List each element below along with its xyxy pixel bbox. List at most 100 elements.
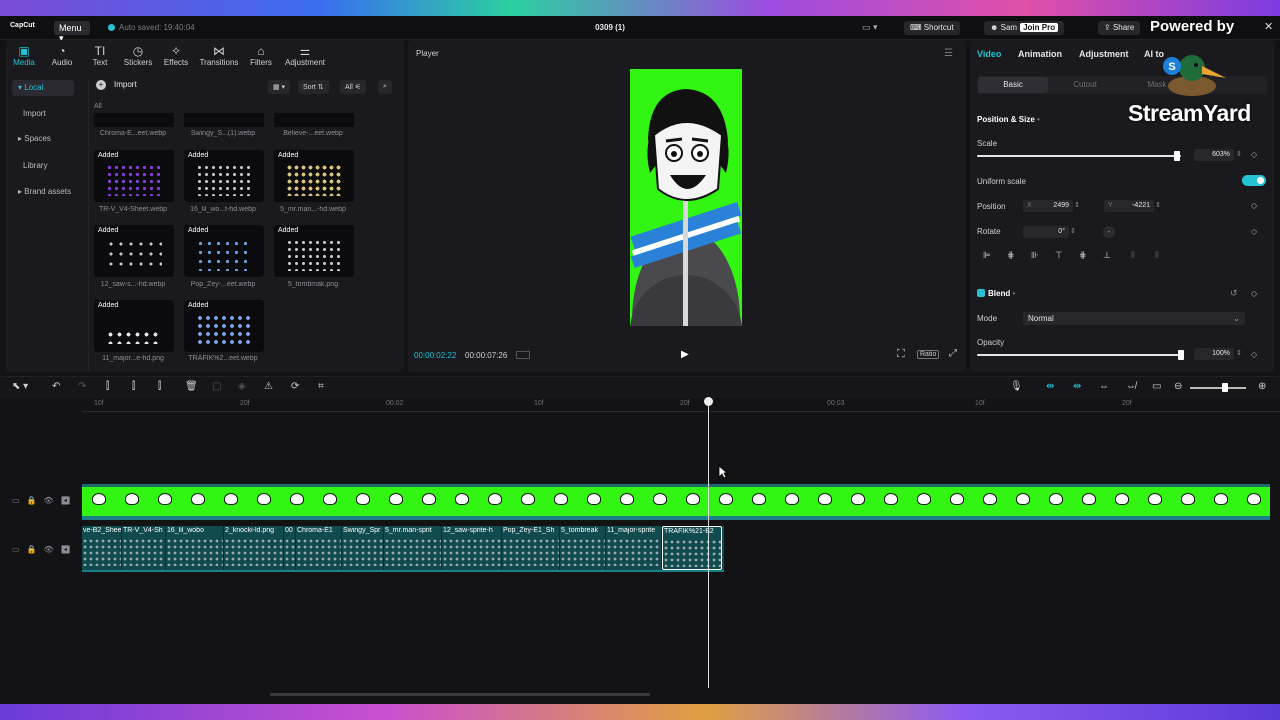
opacity-input[interactable]: 100% xyxy=(1194,348,1234,360)
track-controls-overlay[interactable]: ▭🔒👁◀ xyxy=(12,545,78,554)
media-thumbnail[interactable]: Added xyxy=(94,225,174,277)
distribute-v-icon[interactable]: ⫴ xyxy=(1155,250,1159,261)
play-button[interactable]: ▶ xyxy=(681,349,693,361)
timeline-clip[interactable]: TR-V_V4-Sh xyxy=(122,526,166,570)
timeline-clip[interactable]: 5_mr.man-sprit xyxy=(384,526,442,570)
sidebar-item-import[interactable]: Import xyxy=(12,106,74,122)
split-left-icon[interactable]: ⫿ xyxy=(132,381,135,392)
ratio-button[interactable]: Ratio xyxy=(917,350,940,359)
align-center-h-icon[interactable]: ⋕ xyxy=(1007,250,1015,261)
zoom-in-icon[interactable]: ⊕ xyxy=(1258,381,1266,392)
media-thumbnail[interactable] xyxy=(94,113,174,127)
media-thumbnail[interactable]: Added xyxy=(184,225,264,277)
timeline-clip[interactable]: 00 xyxy=(284,526,296,570)
opacity-slider[interactable] xyxy=(977,354,1181,356)
media-thumbnail[interactable]: Added xyxy=(274,225,354,277)
timeline-clip[interactable]: Swingy_Spr xyxy=(342,526,384,570)
zoom-slider-handle[interactable] xyxy=(1222,383,1228,392)
sidebar-item-local[interactable]: ▾ Local xyxy=(12,80,74,96)
subtitle-icon[interactable]: ▭ xyxy=(1152,381,1161,392)
microphone-icon[interactable]: 🎙 xyxy=(1010,381,1023,392)
align-center-v-icon[interactable]: ⋕ xyxy=(1079,250,1087,261)
split-right-icon[interactable]: ⫿ xyxy=(158,381,161,392)
tab-animation[interactable]: Animation xyxy=(1018,49,1062,59)
scale-slider[interactable] xyxy=(977,155,1181,157)
sidebar-item-brand-assets[interactable]: ▸ Brand assets xyxy=(12,184,86,200)
close-icon[interactable]: ✕ xyxy=(1264,20,1273,33)
media-thumbnail[interactable] xyxy=(184,113,264,127)
align-bottom-icon[interactable]: ⊥ xyxy=(1103,250,1111,261)
tab-filters[interactable]: ⌂ Filters xyxy=(243,44,279,67)
split-icon[interactable]: ⫿ xyxy=(106,381,109,392)
redo-icon[interactable]: ↷ xyxy=(78,381,86,392)
tab-stickers[interactable]: ◷ Stickers xyxy=(120,44,156,67)
media-thumbnail[interactable]: Added xyxy=(184,300,264,352)
crop-icon[interactable]: ⌗ xyxy=(318,381,324,392)
sort-button[interactable]: Sort ⇅ xyxy=(298,80,329,94)
media-thumbnail[interactable]: Added xyxy=(94,300,174,352)
import-button[interactable]: + Import xyxy=(96,80,160,94)
blend-checkbox[interactable] xyxy=(977,289,985,297)
shortcut-button[interactable]: ⌨ Shortcut xyxy=(904,21,960,35)
timeline-clip[interactable]: ve-B2_Shee xyxy=(82,526,122,570)
tab-text[interactable]: TI Text xyxy=(82,44,118,67)
scale-input[interactable]: 603% xyxy=(1194,149,1234,161)
position-x-input[interactable]: X 2499 xyxy=(1023,200,1073,212)
sidebar-item-library[interactable]: Library xyxy=(12,158,74,174)
filter-all-button[interactable]: All ⚟ xyxy=(340,80,367,94)
media-thumbnail[interactable]: Added xyxy=(184,150,264,202)
overlay-track[interactable]: ve-B2_Shee TR-V_V4-Sh 16_lil_wobo 2_knocki-… xyxy=(82,526,724,572)
zoom-slider[interactable] xyxy=(1190,387,1246,389)
tab-ai[interactable]: AI to xyxy=(1144,49,1164,59)
tab-effects[interactable]: ✧ Effects xyxy=(158,44,194,67)
timeline-clip[interactable]: TRAFIK%21-B2 xyxy=(662,526,722,570)
opacity-stepper-icon[interactable]: ⇕ xyxy=(1236,349,1242,357)
view-toggle-button[interactable]: ▦ ▾ xyxy=(268,80,291,94)
blend-mode-select[interactable]: Normal ⌄ xyxy=(1023,312,1245,325)
rotate-icon[interactable]: ⟳ xyxy=(291,381,299,392)
menu-button[interactable]: Menu ▾ xyxy=(54,21,90,43)
align-top-icon[interactable]: ⊤ xyxy=(1055,250,1063,261)
delete-icon[interactable]: 🗑 xyxy=(185,381,198,392)
search-icon[interactable]: ⌕ xyxy=(378,80,392,94)
timecode-mode-icon[interactable] xyxy=(516,351,530,359)
rotate-dial-icon[interactable]: - xyxy=(1103,226,1115,238)
timeline-clip[interactable]: 11_major-sprite xyxy=(606,526,662,570)
keyframe-icon[interactable]: ◇ xyxy=(1251,350,1257,359)
undo-icon[interactable]: ↶ xyxy=(52,381,60,392)
subtab-basic[interactable]: Basic xyxy=(978,77,1048,93)
sidebar-item-spaces[interactable]: ▸ Spaces xyxy=(12,131,74,147)
tab-media[interactable]: ▣ Media xyxy=(6,44,42,67)
linkage-icon[interactable]: ⇔ xyxy=(1099,381,1109,392)
media-thumbnail[interactable]: Added xyxy=(94,150,174,202)
join-pro-badge[interactable]: Join Pro xyxy=(1020,23,1059,32)
mirror-icon[interactable]: ⚠ xyxy=(264,381,273,392)
track-controls-main[interactable]: ▭🔒👁◀ xyxy=(12,496,78,505)
position-y-input[interactable]: Y -4221 xyxy=(1104,200,1154,212)
select-tool-icon[interactable]: ⬉ ▾ xyxy=(12,381,28,392)
media-thumbnail[interactable]: Added xyxy=(274,150,354,202)
preview-axis-icon[interactable]: ⇎ xyxy=(1126,381,1136,392)
timeline-clip[interactable]: 5_tombreak xyxy=(560,526,606,570)
opacity-slider-handle[interactable] xyxy=(1178,350,1184,360)
fit-view-icon[interactable]: ⛶ xyxy=(897,348,905,361)
scale-stepper-icon[interactable]: ⇕ xyxy=(1236,150,1242,158)
scale-slider-handle[interactable] xyxy=(1173,151,1180,161)
auto-snap-icon[interactable]: ⇹ xyxy=(1073,381,1081,392)
keyframe-icon[interactable]: ◇ xyxy=(1251,289,1257,298)
freeze-icon[interactable]: ▢ xyxy=(212,381,221,392)
timeline-clip[interactable]: Chroma-E1 xyxy=(296,526,342,570)
media-thumbnail[interactable] xyxy=(274,113,354,127)
account-button[interactable]: ☻ Sam Join Pro xyxy=(984,21,1065,35)
align-left-icon[interactable]: ⊫ xyxy=(983,250,991,261)
rotate-input[interactable]: 0° xyxy=(1023,226,1069,238)
timeline-clip[interactable]: 16_lil_wobo xyxy=(166,526,224,570)
blend-header[interactable]: Blend • xyxy=(977,289,1015,298)
uniform-scale-toggle[interactable] xyxy=(1242,175,1266,186)
keyframe-icon[interactable]: ◇ xyxy=(1251,150,1257,159)
player-menu-icon[interactable]: ☰ xyxy=(944,48,953,59)
main-track-magnet-icon[interactable]: ⇹ xyxy=(1046,381,1054,392)
y-stepper-icon[interactable]: ⇕ xyxy=(1155,201,1161,209)
tab-transitions[interactable]: ⋈ Transitions xyxy=(199,44,239,67)
layout-icon[interactable]: ▭ ▾ xyxy=(862,22,878,33)
